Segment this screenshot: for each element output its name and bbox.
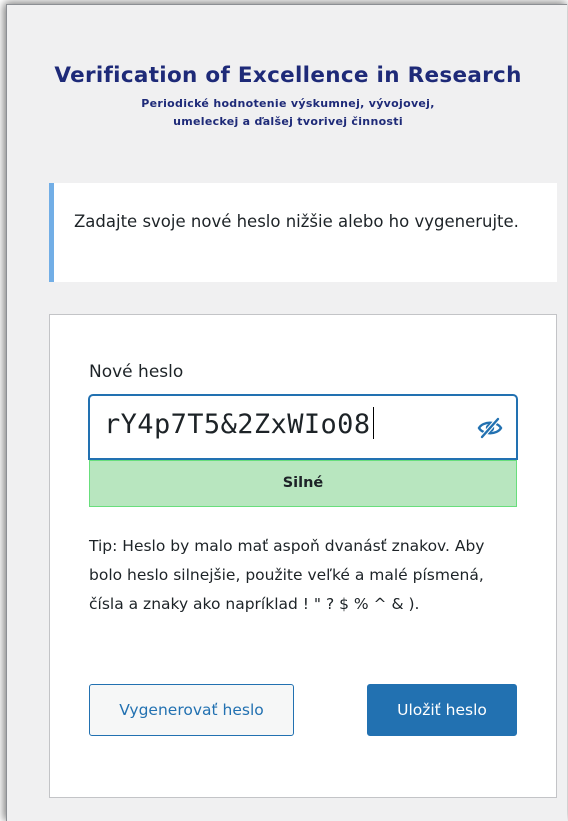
site-title[interactable]: Verification of Excellence in Research: [7, 63, 568, 88]
site-branding: Verification of Excellence in Research P…: [7, 63, 568, 131]
new-password-text: rY4p7T5&2ZxWIo08: [104, 409, 371, 440]
new-password-label: Nové heslo: [89, 362, 184, 382]
save-password-button[interactable]: Uložiť heslo: [367, 684, 517, 736]
info-message-text: Zadajte svoje nové heslo nižšie alebo ho…: [74, 212, 519, 231]
reset-password-form: Nové heslo rY4p7T5&2ZxWIo08 Silné Tip: H…: [49, 314, 557, 798]
site-subtitle-line-2: umeleckej a ďalšej tvorivej činnosti: [173, 115, 403, 128]
text-caret: [372, 407, 374, 439]
password-strength-indicator: Silné: [89, 460, 517, 507]
info-message: Zadajte svoje nové heslo nižšie alebo ho…: [49, 183, 557, 282]
generate-password-button[interactable]: Vygenerovať heslo: [89, 684, 294, 736]
password-hint: Tip: Heslo by malo mať aspoň dvanásť zna…: [89, 537, 485, 613]
eye-slash-icon[interactable]: [476, 414, 504, 442]
new-password-value[interactable]: rY4p7T5&2ZxWIo08: [104, 405, 374, 445]
site-subtitle-line-1: Periodické hodnotenie výskumnej, vývojov…: [141, 97, 435, 110]
new-password-input[interactable]: rY4p7T5&2ZxWIo08: [89, 395, 517, 459]
login-page: Verification of Excellence in Research P…: [6, 4, 567, 821]
site-subtitle: Periodické hodnotenie výskumnej, vývojov…: [7, 95, 568, 131]
